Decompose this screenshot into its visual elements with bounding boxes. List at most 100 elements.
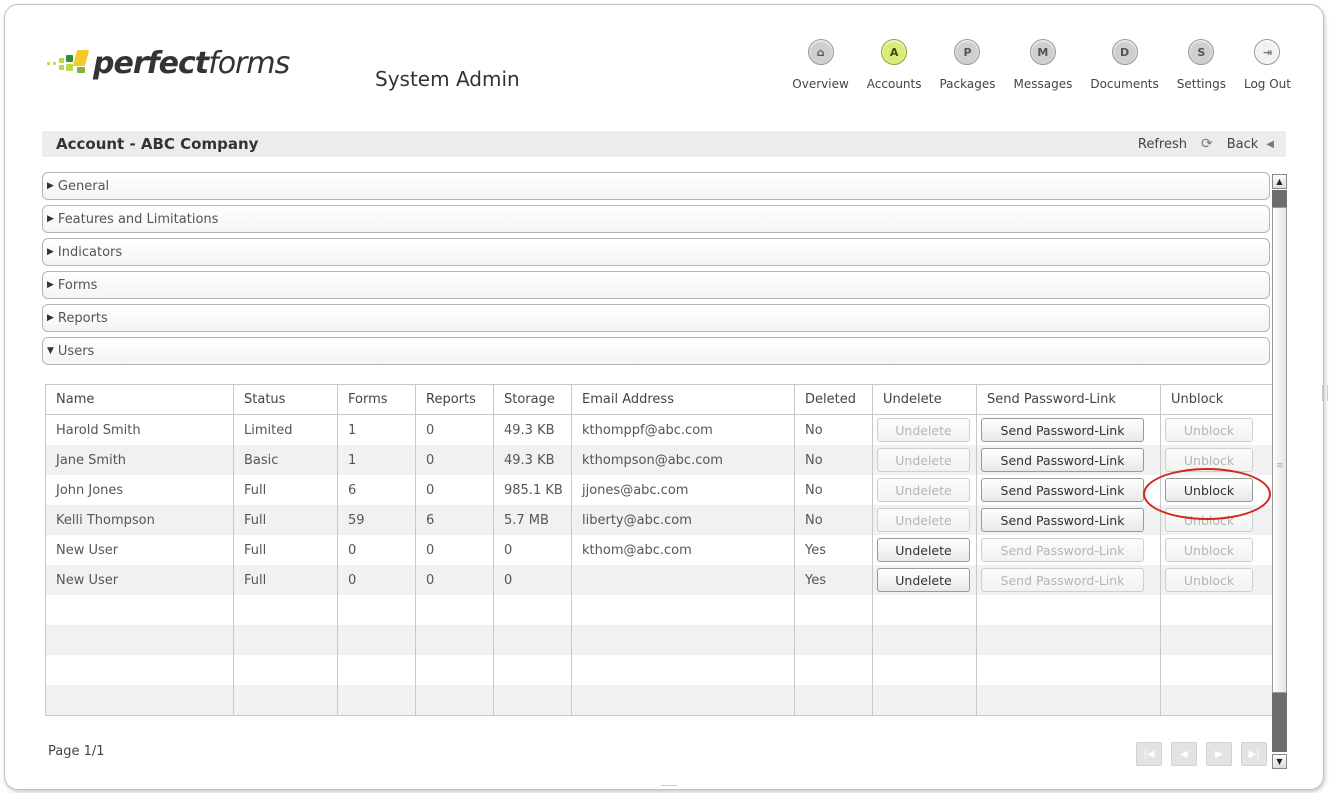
user-row[interactable]: Kelli Thompson Full 59 6 5.7 MB liberty@abc.c… — [45, 505, 1273, 535]
scroll-up-button[interactable]: ▲ — [1272, 174, 1287, 189]
logout-icon[interactable]: ⇥ — [1254, 39, 1281, 65]
section-reports[interactable]: ▶ Reports — [42, 304, 1270, 332]
column-header[interactable]: Deleted — [794, 384, 873, 415]
scrollbar-thumb[interactable]: ≡ — [1272, 207, 1287, 693]
user-row[interactable]: Harold Smith Limited 1 0 49.3 KB kthomppf@abc… — [45, 414, 1273, 445]
empty-cell — [872, 655, 977, 685]
empty-cell — [337, 625, 416, 655]
empty-cell — [415, 655, 494, 685]
section-features-and-limitations[interactable]: ▶ Features and Limitations — [42, 205, 1270, 233]
undelete-button[interactable]: Undelete — [877, 568, 970, 592]
refresh-link[interactable]: Refresh — [1138, 137, 1187, 152]
column-header[interactable]: Status — [233, 384, 338, 415]
messages-icon[interactable]: M — [1029, 39, 1056, 65]
documents-icon[interactable]: D — [1111, 39, 1138, 65]
empty-cell — [233, 625, 338, 655]
nav-documents-label[interactable]: Documents — [1090, 77, 1158, 91]
nav-packages-label[interactable]: Packages — [939, 77, 995, 91]
send-password-link-button[interactable]: Send Password-Link — [981, 448, 1144, 472]
logo-mark-icon — [47, 46, 93, 80]
nav-overview[interactable]: ⌂ Overview — [792, 39, 849, 91]
send-password-link-button[interactable]: Send Password-Link — [981, 508, 1144, 532]
user-row[interactable]: John Jones Full 6 0 985.1 KB jjones@abc.com No… — [45, 475, 1273, 505]
undelete-button[interactable]: Undelete — [877, 538, 970, 562]
last-page-icon[interactable]: ▶| — [1241, 742, 1267, 766]
nav-settings[interactable]: S Settings — [1177, 39, 1226, 91]
nav-accounts-label[interactable]: Accounts — [867, 77, 922, 91]
column-header[interactable]: Email Address — [571, 384, 795, 415]
send-password-link-button[interactable]: Send Password-Link — [981, 478, 1144, 502]
first-page-icon[interactable]: |◀ — [1136, 742, 1162, 766]
undelete-button[interactable]: Undelete — [877, 418, 970, 442]
packages-icon[interactable]: P — [954, 39, 981, 65]
empty-cell — [337, 655, 416, 685]
accounts-icon[interactable]: A — [881, 39, 908, 65]
user-row[interactable]: New User Full 0 0 0 kthom@abc.com Yes Undelete S… — [45, 535, 1273, 565]
unblock-button[interactable]: Unblock — [1165, 508, 1253, 532]
triangle-right-icon: ▶ — [47, 214, 54, 224]
nav-messages[interactable]: M Messages — [1013, 39, 1072, 91]
empty-cell — [571, 595, 795, 625]
section-indicators[interactable]: ▶ Indicators — [42, 238, 1270, 266]
send-password-link-button[interactable]: Send Password-Link — [981, 568, 1144, 592]
unblock-button[interactable]: Unblock — [1165, 478, 1253, 502]
user-row[interactable]: New User Full 0 0 0 Yes Undelete Send Password-… — [45, 565, 1273, 595]
nav-packages[interactable]: P Packages — [939, 39, 995, 91]
undelete-button[interactable]: Undelete — [877, 448, 970, 472]
unblock-button[interactable]: Unblock — [1165, 418, 1253, 442]
column-header[interactable]: Forms — [337, 384, 416, 415]
cell-status: Limited — [233, 414, 338, 445]
cell-forms: 6 — [337, 475, 416, 505]
unblock-button[interactable]: Unblock — [1165, 568, 1253, 592]
scroll-down-button[interactable]: ▼ — [1272, 754, 1287, 769]
nav-documents[interactable]: D Documents — [1090, 39, 1159, 91]
bottom-resize-grip[interactable] — [661, 785, 677, 789]
cell-send_link: Send Password-Link — [976, 505, 1161, 535]
section-forms[interactable]: ▶ Forms — [42, 271, 1270, 299]
send-password-link-button[interactable]: Send Password-Link — [981, 418, 1144, 442]
column-header[interactable]: Reports — [415, 384, 494, 415]
column-header[interactable]: Send Password-Link — [976, 384, 1161, 415]
cell-undelete: Undelete — [872, 414, 977, 445]
nav-overview-label[interactable]: Overview — [792, 77, 849, 91]
app-title: System Admin — [375, 67, 520, 91]
nav-accounts[interactable]: A Accounts — [867, 39, 922, 91]
nav-logout[interactable]: ⇥ Log Out — [1244, 39, 1291, 91]
scrollbar-track[interactable]: ≡ — [1272, 190, 1287, 752]
empty-cell — [976, 685, 1161, 716]
nav-logout-label[interactable]: Log Out — [1244, 77, 1291, 91]
column-header[interactable]: Name — [45, 384, 234, 415]
side-resize-grip[interactable] — [1322, 385, 1328, 401]
vertical-scrollbar[interactable]: ▲ ≡ ▼ — [1272, 174, 1289, 771]
back-arrow-icon[interactable]: ◀ — [1266, 139, 1274, 150]
empty-cell — [233, 685, 338, 716]
settings-icon[interactable]: S — [1188, 39, 1215, 65]
refresh-icon[interactable]: ⟳ — [1201, 136, 1213, 152]
cell-unblock: Unblock — [1160, 445, 1273, 475]
nav-settings-label[interactable]: Settings — [1177, 77, 1226, 91]
empty-cell — [571, 625, 795, 655]
nav-messages-label[interactable]: Messages — [1013, 77, 1072, 91]
unblock-button[interactable]: Unblock — [1165, 538, 1253, 562]
empty-row — [45, 595, 1273, 625]
undelete-button[interactable]: Undelete — [877, 508, 970, 532]
cell-status: Basic — [233, 445, 338, 475]
cell-send_link: Send Password-Link — [976, 565, 1161, 595]
perfectforms-logo: perfectforms — [47, 43, 290, 83]
section-users[interactable]: ▼ Users — [42, 337, 1270, 365]
column-header[interactable]: Unblock — [1160, 384, 1273, 415]
column-header[interactable]: Undelete — [872, 384, 977, 415]
unblock-button[interactable]: Unblock — [1165, 448, 1253, 472]
back-link[interactable]: Back — [1227, 137, 1259, 152]
user-row[interactable]: Jane Smith Basic 1 0 49.3 KB kthompson@abc.co… — [45, 445, 1273, 475]
previous-page-icon[interactable]: ◀ — [1171, 742, 1197, 766]
overview-icon[interactable]: ⌂ — [807, 39, 834, 65]
undelete-button[interactable]: Undelete — [877, 478, 970, 502]
cell-deleted: No — [794, 475, 873, 505]
send-password-link-button[interactable]: Send Password-Link — [981, 538, 1144, 562]
cell-deleted: Yes — [794, 565, 873, 595]
next-page-icon[interactable]: ▶ — [1206, 742, 1232, 766]
section-general[interactable]: ▶ General — [42, 172, 1270, 200]
column-header[interactable]: Storage — [493, 384, 572, 415]
app-window: perfectforms System Admin ⌂ Overview A Acco… — [4, 4, 1324, 790]
